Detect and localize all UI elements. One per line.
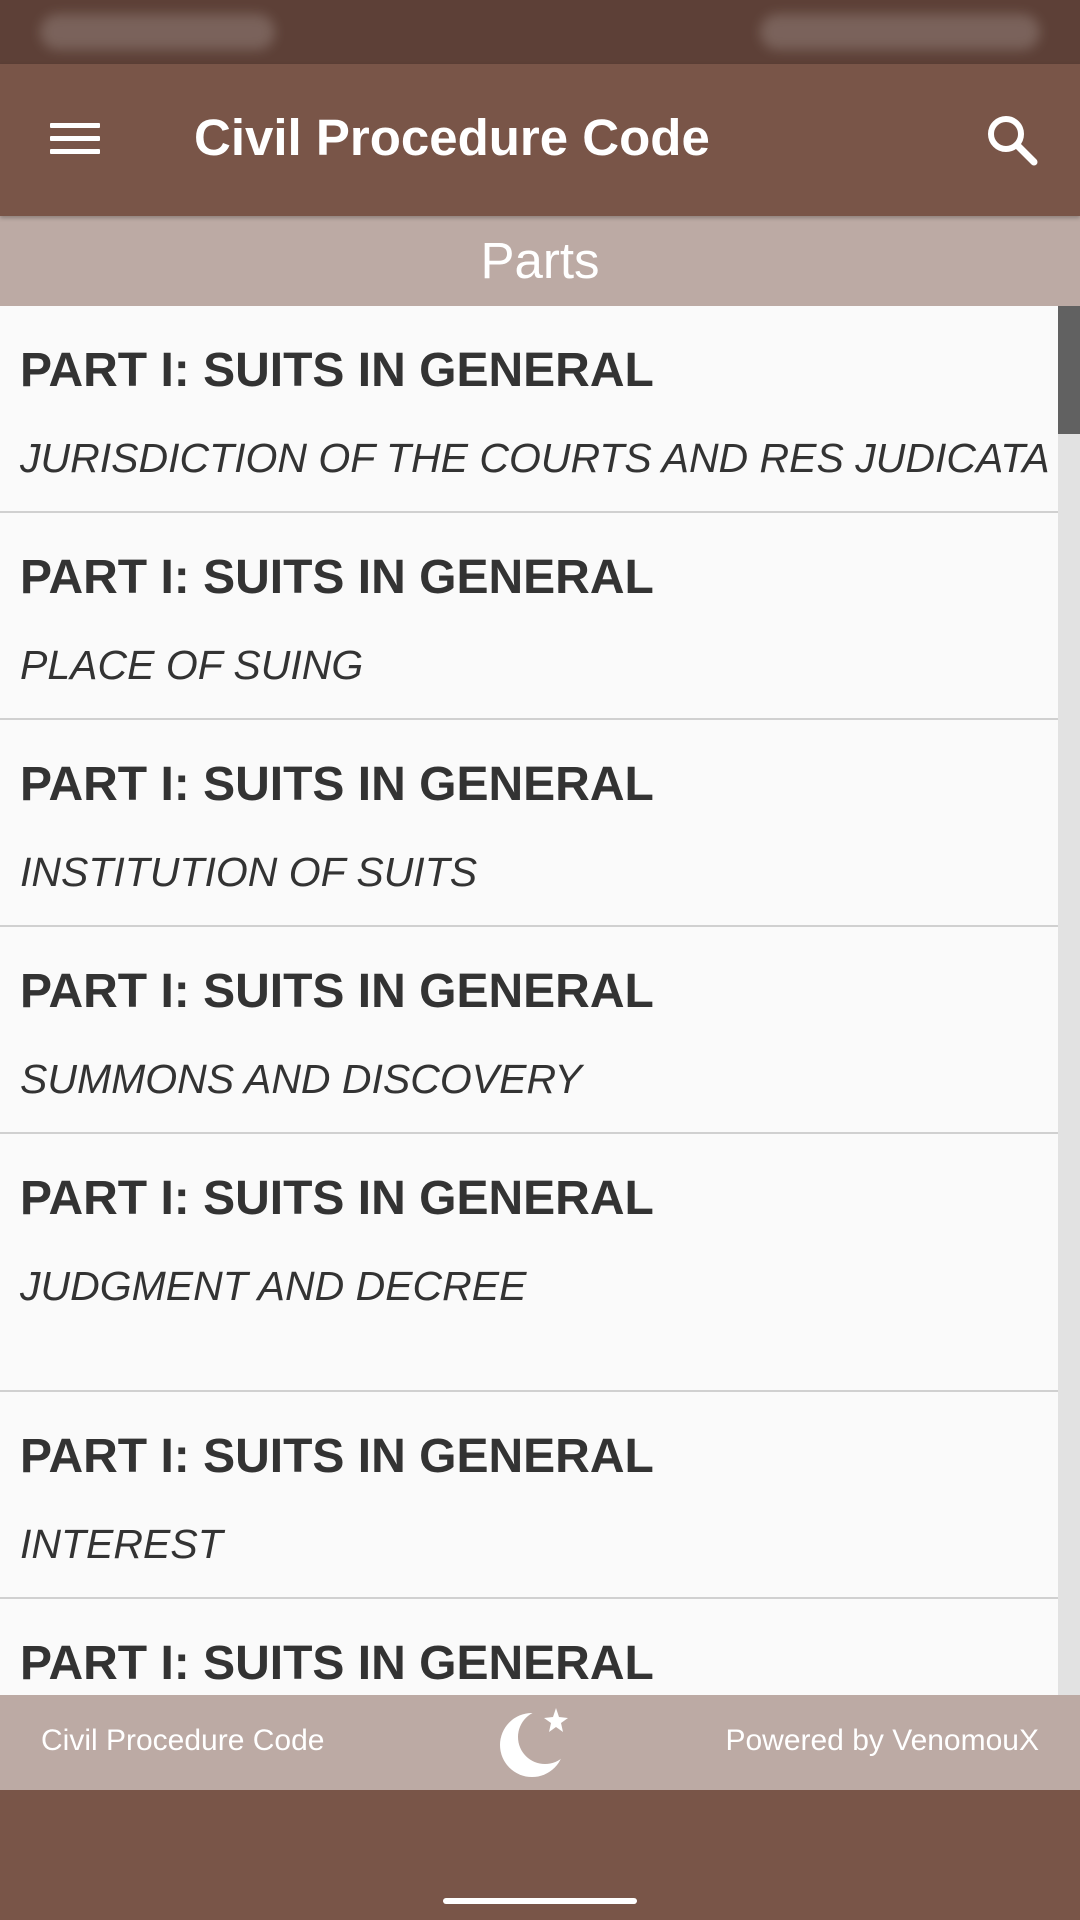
scrollbar-track xyxy=(1058,306,1080,1695)
list-item-title: PART I: SUITS IN GENERAL xyxy=(20,344,654,397)
list-item[interactable]: PART I: SUITS IN GENERAL xyxy=(0,1599,1080,1695)
list-item-title: PART I: SUITS IN GENERAL xyxy=(20,758,654,811)
list-item-title: PART I: SUITS IN GENERAL xyxy=(20,1430,654,1483)
status-bar-left-blurred xyxy=(40,14,275,50)
list-item[interactable]: PART I: SUITS IN GENERAL JUDGMENT AND DE… xyxy=(0,1134,1080,1392)
app-title: Civil Procedure Code xyxy=(194,109,710,166)
app-bar: Civil Procedure Code xyxy=(0,64,1080,216)
footer: Civil Procedure Code Powered by VenomouX xyxy=(0,1695,1080,1790)
list-item[interactable]: PART I: SUITS IN GENERAL JURISDICTION OF… xyxy=(0,306,1080,513)
parts-list[interactable]: PART I: SUITS IN GENERAL JURISDICTION OF… xyxy=(0,306,1080,1695)
search-icon[interactable] xyxy=(982,110,1042,170)
menu-icon[interactable] xyxy=(44,116,106,162)
list-item-title: PART I: SUITS IN GENERAL xyxy=(20,1637,654,1690)
list-item[interactable]: PART I: SUITS IN GENERAL INSTITUTION OF … xyxy=(0,720,1080,927)
section-header-label: Parts xyxy=(480,232,600,289)
list-item[interactable]: PART I: SUITS IN GENERAL PLACE OF SUING xyxy=(0,513,1080,720)
scrollbar-thumb[interactable] xyxy=(1058,306,1080,434)
home-indicator[interactable] xyxy=(443,1898,637,1904)
list-item-subtitle: PLACE OF SUING xyxy=(20,642,364,688)
list-item-title: PART I: SUITS IN GENERAL xyxy=(20,965,654,1018)
crescent-star-icon xyxy=(495,1703,575,1783)
list-item-subtitle: SUMMONS AND DISCOVERY xyxy=(20,1056,582,1102)
list-item-subtitle: INSTITUTION OF SUITS xyxy=(20,849,478,895)
list-item-subtitle: INTEREST xyxy=(20,1521,223,1567)
list-item-subtitle: JURISDICTION OF THE COURTS AND RES JUDIC… xyxy=(20,435,1050,481)
footer-app-name: Civil Procedure Code xyxy=(41,1724,325,1757)
list-item-subtitle: JUDGMENT AND DECREE xyxy=(20,1263,527,1309)
list-item[interactable]: PART I: SUITS IN GENERAL INTEREST xyxy=(0,1392,1080,1599)
list-item-title: PART I: SUITS IN GENERAL xyxy=(20,1172,654,1225)
status-bar xyxy=(0,0,1080,64)
status-bar-right-blurred xyxy=(760,14,1040,50)
list-item[interactable]: PART I: SUITS IN GENERAL SUMMONS AND DIS… xyxy=(0,927,1080,1134)
list-item-title: PART I: SUITS IN GENERAL xyxy=(20,551,654,604)
navigation-bar xyxy=(0,1790,1080,1920)
footer-credit: Powered by VenomouX xyxy=(725,1724,1039,1757)
section-header: Parts xyxy=(0,216,1080,306)
